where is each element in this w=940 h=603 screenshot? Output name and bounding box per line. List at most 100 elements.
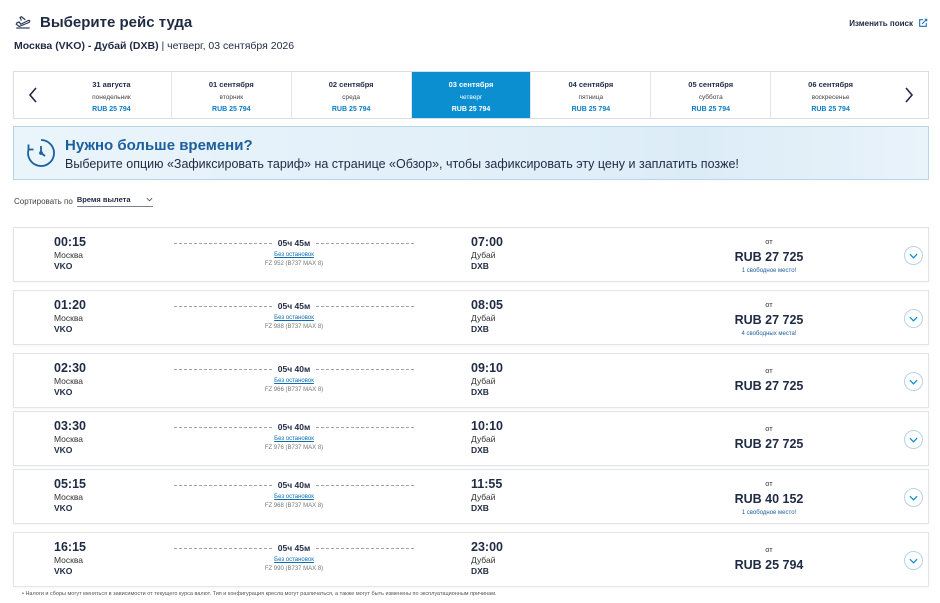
price-amount: RUB 27 725 [734,437,804,451]
next-dates-button[interactable] [890,72,928,118]
price-block: от RUB 27 725 [694,366,844,393]
stops-link[interactable]: Без остановок [174,315,414,321]
date-cell[interactable]: 06 сентября воскресенье RUB 25 794 [770,72,890,118]
date-label: 05 сентября [688,80,734,89]
date-price: RUB 25 794 [451,106,491,113]
date-cell[interactable]: 05 сентября суббота RUB 25 794 [650,72,770,118]
flight-number: FZ 976 (B737 MAX 8) [264,445,324,451]
sort-select[interactable]: Время вылета [76,195,153,207]
stops-link[interactable]: Без остановок [174,557,414,563]
duration: 05ч 45м [277,301,311,311]
date-label: 03 сентября [448,80,494,89]
stops-link[interactable]: Без остановок [174,494,414,500]
expand-button[interactable] [904,430,923,449]
departure: 01:20 Москва VKO [54,298,86,334]
duration: 05ч 40м [277,480,311,490]
departure-city: Москва [54,376,84,386]
departure-city: Москва [54,250,84,260]
banner-text: Выберите опцию «Зафиксировать тариф» на … [65,157,739,171]
weekday-label: вторник [219,94,244,101]
arrival-time: 09:10 [471,361,503,375]
departure-code: VKO [54,445,73,455]
flight-info: 05ч 45м Без остановок FZ 990 (B737 MAX 8… [174,543,414,572]
departure-code: VKO [54,503,73,513]
departure-code: VKO [54,387,73,397]
chevron-down-icon [909,437,918,443]
price-prefix: от [765,237,773,246]
arrival-code: DXB [471,261,489,271]
arrival-city: Дубай [471,313,496,323]
departure-code: VKO [54,324,73,334]
expand-button[interactable] [904,309,923,328]
expand-button[interactable] [904,372,923,391]
weekday-label: воскресенье [811,94,850,101]
sort-value: Время вылета [76,195,131,204]
departure-time: 01:20 [54,298,86,312]
date-cell[interactable]: 31 августа понедельник RUB 25 794 [52,72,171,118]
arrival-city: Дубай [471,555,496,565]
flight-number: FZ 952 (B737 MAX 8) [264,261,324,267]
sort-label: Сортировать по [14,196,73,206]
departure: 02:30 Москва VKO [54,361,86,397]
stops-link[interactable]: Без остановок [174,378,414,384]
change-search-label: Изменить поиск [849,18,913,28]
expand-button[interactable] [904,551,923,570]
weekday-label: четверг [459,94,483,101]
flight-number: FZ 966 (B737 MAX 8) [264,387,324,393]
flight-row[interactable]: 01:20 Москва VKO 05ч 45м Без остановок F… [13,290,929,345]
departure: 05:15 Москва VKO [54,477,86,513]
price-block: от RUB 27 725 4 свободных места! [694,300,844,337]
flight-row[interactable]: 00:15 Москва VKO 05ч 45м Без остановок F… [13,227,929,282]
expand-button[interactable] [904,246,923,265]
expand-button[interactable] [904,488,923,507]
date-list: 31 августа понедельник RUB 25 794 01 сен… [52,72,890,118]
plane-takeoff-icon [15,16,31,29]
date-price: RUB 25 794 [571,106,611,113]
flight-number: FZ 990 (B737 MAX 8) [264,566,324,572]
chevron-down-icon [909,379,918,385]
departure-city: Москва [54,313,84,323]
departure: 00:15 Москва VKO [54,235,86,271]
flight-row[interactable]: 16:15 Москва VKO 05ч 45м Без остановок F… [13,532,929,587]
stops-link[interactable]: Без остановок [174,436,414,442]
arrival-code: DXB [471,503,489,513]
arrival: 10:10 Дубай DXB [471,419,503,455]
price-amount: RUB 25 794 [734,558,804,572]
arrival: 09:10 Дубай DXB [471,361,503,397]
price-prefix: от [765,424,773,433]
departure-time: 03:30 [54,419,86,433]
flight-row[interactable]: 02:30 Москва VKO 05ч 40м Без остановок F… [13,353,929,408]
date-label: 06 сентября [808,80,853,89]
chevron-left-icon [28,87,37,103]
banner-title: Нужно больше времени? [65,137,253,154]
footnote: • Налоги и сборы могут меняться в зависи… [22,591,497,597]
flight-info: 05ч 45м Без остановок FZ 988 (B737 MAX 8… [174,301,414,330]
chevron-down-icon [909,558,918,564]
change-search-link[interactable]: Изменить поиск [849,18,928,28]
date-cell[interactable]: 03 сентября четверг RUB 25 794 [410,72,531,118]
weekday-label: понедельник [92,94,131,101]
weekday-label: пятница [578,94,604,101]
flight-row[interactable]: 05:15 Москва VKO 05ч 40м Без остановок F… [13,469,929,524]
weekday-label: среда [342,94,361,101]
date-cell[interactable]: 01 сентября вторник RUB 25 794 [170,72,291,118]
price-amount: RUB 40 152 [734,492,804,506]
arrival: 23:00 Дубай DXB [471,540,503,576]
arrival-time: 23:00 [471,540,503,554]
price-amount: RUB 27 725 [734,250,804,264]
price-prefix: от [765,366,773,375]
stops-link[interactable]: Без остановок [174,252,414,258]
date-price: RUB 25 794 [811,106,850,113]
date-cell[interactable]: 04 сентября пятница RUB 25 794 [530,72,650,118]
price-amount: RUB 27 725 [734,379,804,393]
date-cell[interactable]: 02 сентября среда RUB 25 794 [290,72,411,118]
flight-info: 05ч 40м Без остановок FZ 966 (B737 MAX 8… [174,364,414,393]
arrival-city: Дубай [471,492,496,502]
departure-code: VKO [54,566,73,576]
flight-info: 05ч 40м Без остановок FZ 976 (B737 MAX 8… [174,422,414,451]
duration: 05ч 40м [277,364,311,374]
edit-icon [919,18,928,27]
prev-dates-button[interactable] [14,72,52,118]
departure-city: Москва [54,555,84,565]
flight-row[interactable]: 03:30 Москва VKO 05ч 40м Без остановок F… [13,411,929,466]
